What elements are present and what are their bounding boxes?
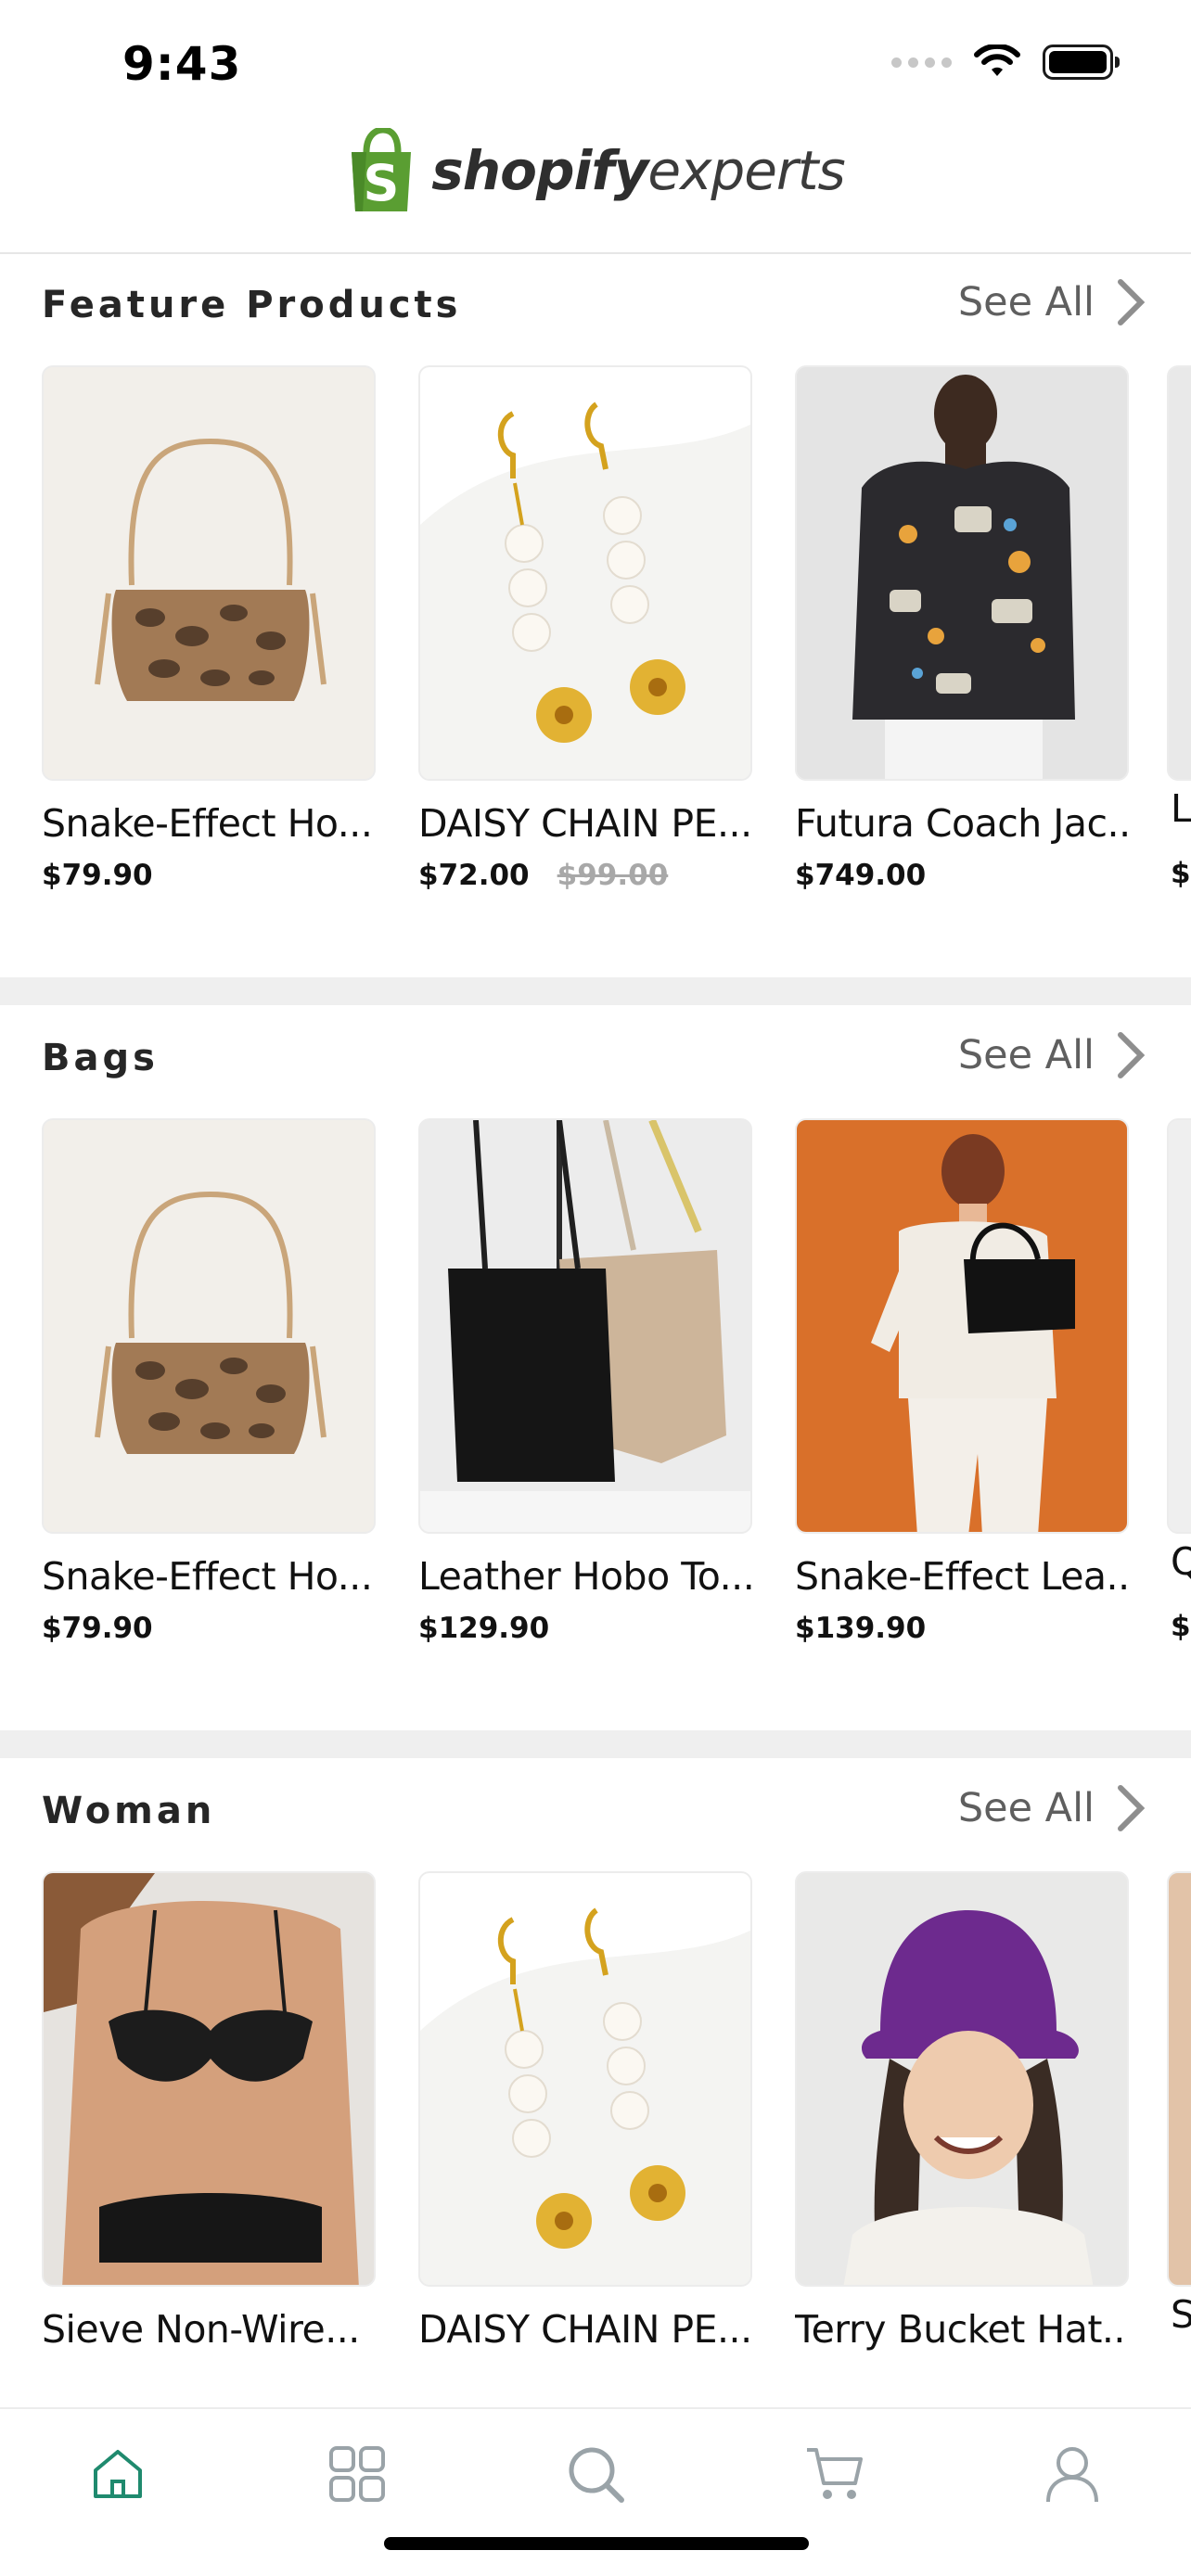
brand-name-bold: shopify: [431, 139, 648, 202]
product-price: $79.90: [42, 1612, 153, 1645]
tab-profile[interactable]: [1037, 2439, 1108, 2509]
shopping-bag-logo-icon: S: [352, 128, 412, 212]
section-separator: [0, 977, 1191, 1005]
app-logo: S shopifyexperts: [0, 128, 1191, 213]
tab-cart[interactable]: [800, 2439, 870, 2509]
see-all-label: See All: [957, 1032, 1095, 1078]
product-price: $129.90: [418, 1612, 550, 1645]
status-bar: 9:43: [0, 0, 1191, 121]
product-carousel[interactable]: Snake-Effect Ho... $79.90 Leather Hobo T…: [42, 1118, 1129, 1645]
section-bags: Bags See All Snake-Effect Ho... $79.90 L…: [0, 1007, 1191, 1730]
product-card[interactable]: Leather Hobo To... $129.90: [418, 1118, 752, 1645]
product-image-shoulder-bag-model: [795, 1118, 1129, 1534]
product-name: Sieve Non-Wire...: [42, 2307, 360, 2352]
product-card[interactable]: Sieve Non-Wire...: [42, 1871, 376, 2352]
product-card[interactable]: DAISY CHAIN PE... $72.00 $99.00: [418, 365, 752, 892]
price-row: $749.00: [795, 859, 1129, 892]
product-image-lingerie-model: [42, 1871, 376, 2287]
product-image-snake-bag: [42, 1118, 376, 1534]
product-price: $139.90: [795, 1612, 927, 1645]
product-image-leather-totes: [418, 1118, 752, 1534]
see-all-button[interactable]: See All: [958, 278, 1146, 326]
cart-icon: [807, 2448, 863, 2499]
section-title: Feature Products: [42, 284, 462, 326]
see-all-label: See All: [957, 279, 1095, 325]
product-name-partial: Q: [1171, 1539, 1191, 1584]
product-price-partial: $1: [1171, 857, 1191, 890]
product-image-pearl-earrings: [418, 365, 752, 781]
section-woman: Woman See All Sieve Non-Wire... DAISY CH…: [0, 1760, 1191, 2409]
tab-home[interactable]: [83, 2439, 153, 2509]
chevron-right-icon: [1118, 1032, 1146, 1078]
product-name: Snake-Effect Lea...: [795, 1554, 1129, 1599]
product-price: $749.00: [795, 859, 927, 892]
price-row: $72.00 $99.00: [418, 859, 752, 892]
section-header: Bags See All: [0, 1007, 1191, 1118]
product-card[interactable]: DAISY CHAIN PE...: [418, 1871, 752, 2352]
product-card[interactable]: Snake-Effect Ho... $79.90: [42, 1118, 376, 1645]
price-row: $129.90: [418, 1612, 752, 1645]
product-image-partial[interactable]: [1167, 1871, 1191, 2287]
bottom-tab-bar: [0, 2407, 1191, 2576]
section-title: Woman: [42, 1790, 216, 1832]
see-all-button[interactable]: See All: [958, 1784, 1146, 1832]
product-name: DAISY CHAIN PE...: [418, 2307, 752, 2352]
section-header: Woman See All: [0, 1760, 1191, 1871]
profile-icon: [1046, 2447, 1098, 2503]
price-row: $79.90: [42, 859, 376, 892]
product-carousel[interactable]: Snake-Effect Ho... $79.90 DAISY CHAIN PE…: [42, 365, 1129, 892]
section-title: Bags: [42, 1037, 159, 1079]
section-feature-products: Feature Products See All Snake-Effect Ho…: [0, 254, 1191, 977]
product-image-pearl-earrings: [418, 1871, 752, 2287]
product-card[interactable]: Snake-Effect Lea... $139.90: [795, 1118, 1129, 1645]
product-price-partial: $9: [1171, 1610, 1191, 1643]
tab-search[interactable]: [560, 2439, 631, 2509]
chevron-right-icon: [1118, 1785, 1146, 1831]
price-row: $139.90: [795, 1612, 1129, 1645]
status-time: 9:43: [122, 37, 242, 91]
product-card[interactable]: Futura Coach Jac... $749.00: [795, 365, 1129, 892]
product-image-partial[interactable]: [1167, 1118, 1191, 1534]
wifi-icon: [974, 45, 1020, 76]
see-all-label: See All: [957, 1785, 1095, 1831]
product-name-partial: S: [1171, 2292, 1191, 2337]
tab-categories[interactable]: [322, 2439, 392, 2509]
product-old-price: $99.00: [557, 859, 669, 892]
product-image-bucket-hat-model: [795, 1871, 1129, 2287]
brand-wordmark: shopifyexperts: [431, 139, 845, 202]
product-name: DAISY CHAIN PE...: [418, 801, 752, 846]
product-card[interactable]: Snake-Effect Ho... $79.90: [42, 365, 376, 892]
product-name: Terry Bucket Hat...: [795, 2307, 1129, 2352]
product-name: Snake-Effect Ho...: [42, 1554, 373, 1599]
svg-text:S: S: [364, 154, 400, 212]
brand-name-light: experts: [647, 139, 845, 202]
product-name-partial: L: [1171, 786, 1191, 831]
status-icons: [891, 45, 1120, 80]
product-image-partial[interactable]: [1167, 365, 1191, 781]
cellular-signal-icon: [891, 57, 952, 68]
home-indicator: [384, 2537, 809, 2550]
product-image-printed-jacket-model: [795, 365, 1129, 781]
price-row: $79.90: [42, 1612, 376, 1645]
see-all-button[interactable]: See All: [958, 1031, 1146, 1079]
product-name: Futura Coach Jac...: [795, 801, 1129, 846]
product-card[interactable]: Terry Bucket Hat...: [795, 1871, 1129, 2352]
product-price: $72.00: [418, 859, 530, 892]
product-carousel[interactable]: Sieve Non-Wire... DAISY CHAIN PE... Terr…: [42, 1871, 1129, 2352]
home-icon: [94, 2450, 142, 2498]
product-name: Leather Hobo To...: [418, 1554, 752, 1599]
section-separator: [0, 1730, 1191, 1758]
search-icon: [569, 2447, 624, 2503]
chevron-right-icon: [1118, 279, 1146, 325]
product-price: $79.90: [42, 859, 153, 892]
battery-icon: [1043, 45, 1120, 80]
section-header: Feature Products See All: [0, 254, 1191, 365]
product-name: Snake-Effect Ho...: [42, 801, 373, 846]
product-image-snake-bag: [42, 365, 376, 781]
grid-icon: [329, 2446, 385, 2502]
